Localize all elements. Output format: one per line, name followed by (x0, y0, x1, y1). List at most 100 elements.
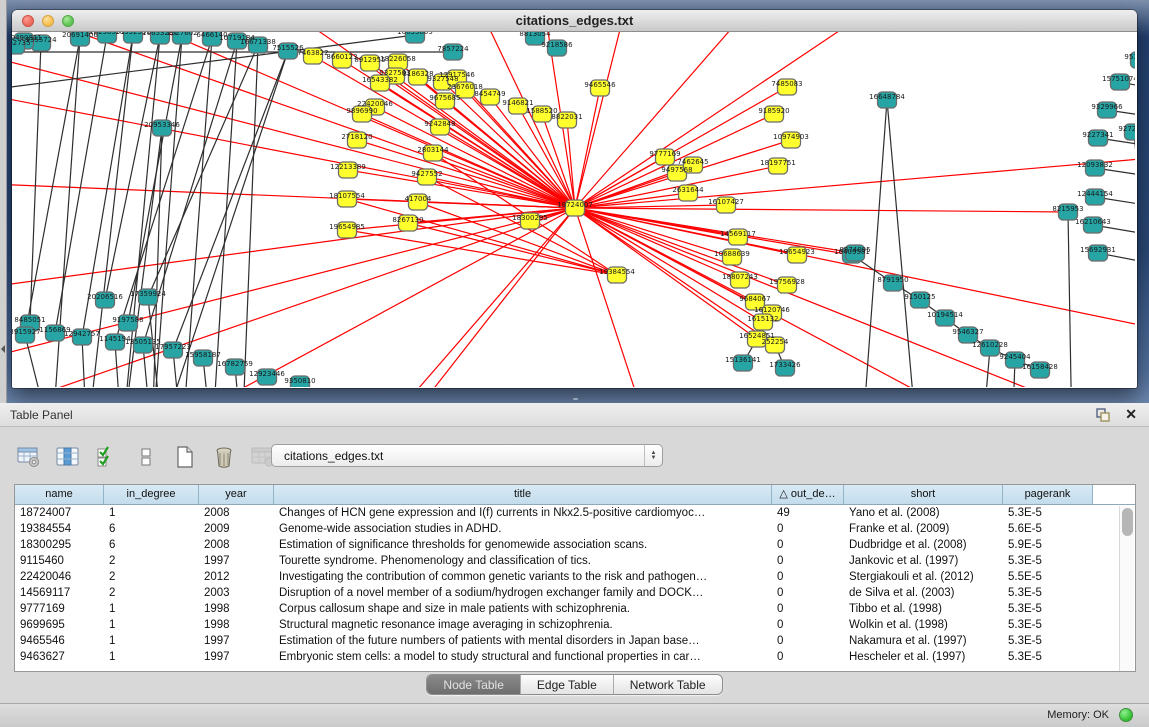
graph-node-label: 19654923 (779, 248, 815, 256)
citation-edge-red (575, 208, 1135, 342)
table-cell: Investigating the contribution of common… (274, 569, 772, 585)
graph-node-label: 7857224 (437, 45, 469, 53)
table-tab-group: Node TableEdge TableNetwork Table (426, 674, 722, 695)
show-columns-icon[interactable] (53, 442, 83, 472)
table-mode-icon[interactable] (14, 442, 44, 472)
graph-node-label: 17359924 (130, 290, 166, 298)
table-cell: 5.3E-5 (1003, 601, 1093, 617)
float-panel-icon[interactable] (1095, 407, 1111, 423)
memory-status-label: Memory: OK (1047, 709, 1109, 721)
table-cell: 9463627 (15, 649, 104, 665)
tab-node-table[interactable]: Node Table (427, 675, 521, 694)
column-header-short[interactable]: short (844, 485, 1003, 504)
graph-node-label: 12923446 (249, 370, 285, 378)
network-graph: 1872400774638228660123891295518226058932… (12, 32, 1135, 387)
memory-status-indicator-icon (1119, 708, 1133, 722)
citation-edge-red (408, 223, 617, 275)
table-cell: Estimation of significance thresholds fo… (274, 537, 772, 553)
column-header-year[interactable]: year (199, 485, 274, 504)
graph-node-label: 1733426 (769, 361, 801, 369)
table-row[interactable]: 1456911722003Disruption of a novel membe… (15, 585, 1135, 601)
select-columns-icon[interactable] (92, 442, 122, 472)
table-cell: 18300295 (15, 537, 104, 553)
table-row[interactable]: 1830029562008Estimation of significance … (15, 537, 1135, 553)
column-header-title[interactable]: title (274, 485, 772, 504)
graph-node-label: 8874095 (839, 246, 870, 254)
table-row[interactable]: 1938455462009Genome-wide association stu… (15, 521, 1135, 537)
graph-node-label: 9427552 (411, 170, 442, 178)
table-row[interactable]: 946554611997Estimation of the future num… (15, 633, 1135, 649)
table-cell: 5.3E-5 (1003, 505, 1093, 521)
graph-node-label: 14569117 (720, 230, 756, 238)
table-cell: 5.3E-5 (1003, 633, 1093, 649)
table-cell: 5.3E-5 (1003, 649, 1093, 665)
graph-node-label: 16648784 (869, 93, 905, 101)
graph-node-label: 8215953 (1052, 205, 1083, 213)
table-cell: 2003 (199, 585, 274, 601)
table-row[interactable]: 946362711997Embryonic stem cells: a mode… (15, 649, 1135, 665)
column-header-in_degree[interactable]: in_degree (104, 485, 199, 504)
table-cell: 0 (772, 553, 844, 569)
network-desktop: citations_edges.txt 18724007746382286601… (0, 0, 1149, 403)
new-column-icon[interactable] (170, 442, 200, 472)
graph-node-label: 9150125 (904, 293, 935, 301)
graph-node-label: 12917546 (439, 71, 475, 79)
graph-node-label: 8822031 (551, 113, 582, 121)
graph-node-label: 9350810 (284, 377, 315, 385)
column-header-pagerank[interactable]: pagerank (1003, 485, 1093, 504)
graph-node-label: 15692931 (1080, 246, 1116, 254)
graph-node-label: 8485051 (14, 316, 45, 324)
graph-node-label: 9329966 (1091, 103, 1123, 111)
graph-node-label: 252254 (762, 338, 789, 346)
table-body: 1872400712008Changes of HCN gene express… (15, 505, 1135, 665)
graph-node-label: 12093832 (1077, 161, 1113, 169)
tab-edge-table[interactable]: Edge Table (521, 675, 614, 694)
table-cell: 5.6E-5 (1003, 521, 1093, 537)
citation-edge-red (575, 88, 600, 208)
table-header-row: namein_degreeyeartitle△ out_de…shortpage… (15, 485, 1135, 505)
table-selector-dropdown[interactable]: citations_edges.txt ▲▼ (271, 444, 663, 467)
graph-node-label: 10688639 (714, 250, 750, 258)
graph-node-label: 8791950 (877, 276, 908, 284)
graph-node-label: 15958187 (185, 351, 221, 359)
network-window-titlebar[interactable]: citations_edges.txt (12, 10, 1137, 32)
table-cell: 1998 (199, 617, 274, 633)
table-cell: Genome-wide association studies in ADHD. (274, 521, 772, 537)
splitter-handle[interactable] (570, 397, 580, 402)
row-height-icon[interactable] (131, 442, 161, 472)
citation-edge (887, 100, 917, 387)
table-row[interactable]: 1872400712008Changes of HCN gene express… (15, 505, 1135, 521)
table-row[interactable]: 911546021997Tourette syndrome. Phenomeno… (15, 553, 1135, 569)
citation-edge (862, 100, 887, 387)
citation-edge (212, 41, 237, 387)
tab-network-table[interactable]: Network Table (614, 675, 722, 694)
graph-node-label: 18197751 (760, 159, 796, 167)
graph-node-label: 19756928 (769, 278, 805, 286)
table-cell: 2 (104, 569, 199, 585)
table-vertical-scrollbar[interactable] (1119, 506, 1134, 671)
graph-node-label: 10194514 (927, 311, 963, 319)
graph-node-label: 3915927 (12, 328, 41, 336)
table-cell: Dudbridge et al. (2008) (844, 537, 1003, 553)
column-header-out_de[interactable]: △ out_de… (772, 485, 844, 504)
citation-edge-red (575, 32, 912, 208)
table-row[interactable]: 969969511998Structural magnetic resonanc… (15, 617, 1135, 633)
table-cell: 14569117 (15, 585, 104, 601)
graph-node-label: 19654985 (329, 223, 365, 231)
graph-node-label: 20953346 (144, 121, 180, 129)
table-row[interactable]: 2242004622012Investigating the contribut… (15, 569, 1135, 585)
collapse-panel-arrow-icon[interactable] (1, 345, 5, 353)
network-canvas[interactable]: 1872400774638228660123891295518226058932… (12, 32, 1135, 387)
table-cell: 5.3E-5 (1003, 553, 1093, 569)
table-cell: Stergiakouli et al. (2012) (844, 569, 1003, 585)
table-cell: 0 (772, 521, 844, 537)
status-bar: Memory: OK (0, 703, 1149, 727)
graph-node-label: 15751074 (1102, 75, 1135, 83)
table-row[interactable]: 977716911998Corpus callosum shape and si… (15, 601, 1135, 617)
cytoscape-app: citations_edges.txt 18724007746382286601… (0, 0, 1149, 727)
column-header-name[interactable]: name (15, 485, 104, 504)
delete-column-icon[interactable] (209, 442, 239, 472)
graph-node-label: 12610228 (972, 341, 1008, 349)
close-panel-icon[interactable]: ✕ (1125, 406, 1137, 423)
scrollbar-thumb[interactable] (1122, 508, 1133, 536)
